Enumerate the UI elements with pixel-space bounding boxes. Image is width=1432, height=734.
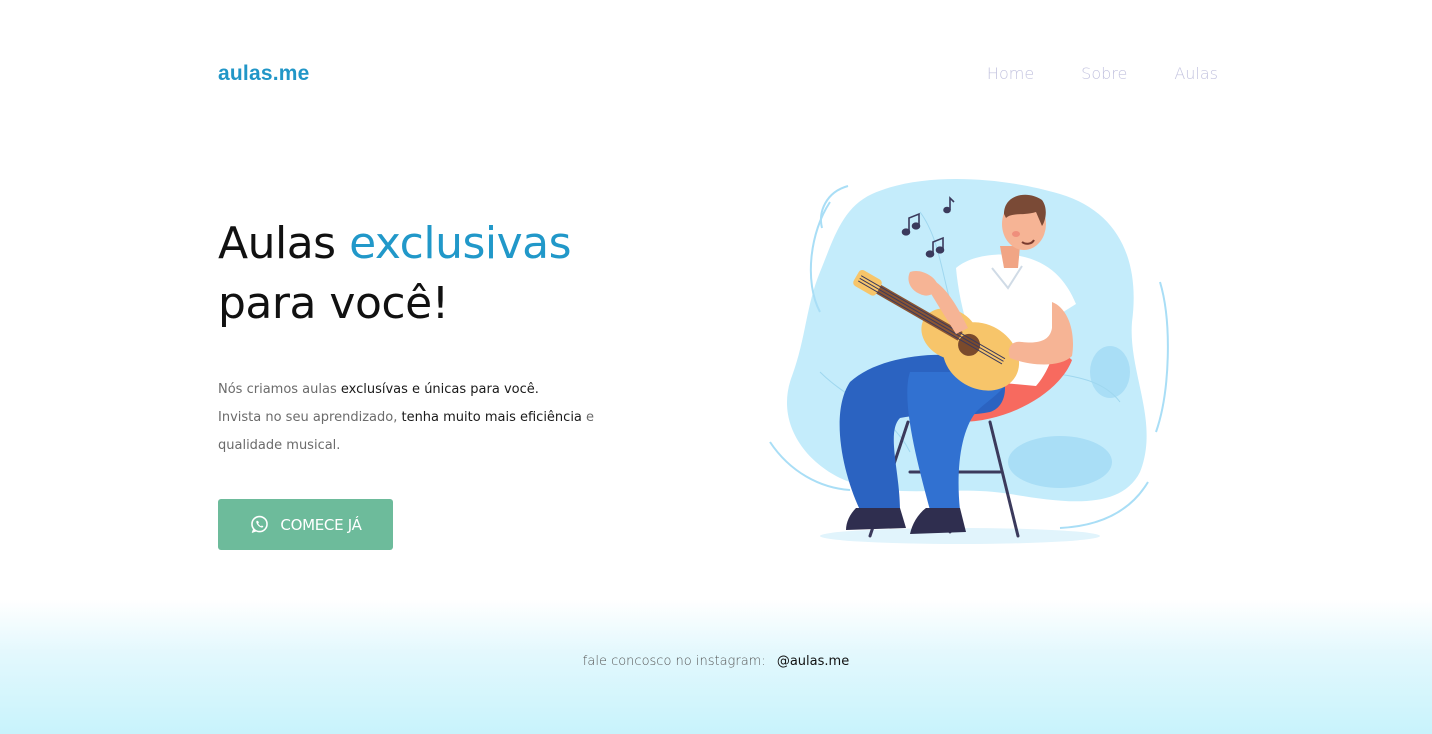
- main-nav: Home Sobre Aulas: [940, 64, 1218, 83]
- hero-description: Nós criamos aulas exclusívas e únicas pa…: [218, 376, 618, 460]
- instagram-handle-link[interactable]: @aulas.me: [777, 654, 849, 669]
- hero-title-part1: Aulas: [218, 218, 350, 269]
- desc-line1-plain: Nós criamos aulas: [218, 382, 341, 397]
- desc-line3: qualidade musical.: [218, 438, 341, 453]
- site-footer: fale concosco no instagram: @aulas.me: [0, 600, 1432, 734]
- footer-instagram-label: fale concosco no instagram:: [582, 654, 766, 669]
- site-header: aulas.me Home Sobre Aulas: [218, 60, 1218, 90]
- desc-line1-bold: exclusívas e únicas para você.: [340, 382, 539, 397]
- nav-aulas-link[interactable]: Aulas: [1174, 64, 1218, 83]
- desc-line2-bold: tenha muito mais eficiência: [401, 410, 582, 425]
- hero-title-accent: exclusivas: [349, 218, 572, 269]
- nav-home-link[interactable]: Home: [987, 64, 1034, 83]
- comece-ja-label: COMECE JÁ: [280, 515, 362, 534]
- hero-title-part2: para você!: [218, 278, 449, 329]
- nav-sobre-link[interactable]: Sobre: [1081, 64, 1127, 83]
- whatsapp-icon: [251, 515, 269, 533]
- comece-ja-button[interactable]: COMECE JÁ: [218, 499, 393, 550]
- desc-line2-plain: Invista no seu aprendizado,: [218, 410, 402, 425]
- man-playing-guitar-illustration: [769, 178, 1169, 544]
- hero-title: Aulas exclusivas para você!: [218, 214, 572, 334]
- footer-line: fale concosco no instagram: @aulas.me: [0, 654, 1432, 669]
- desc-line2-end: e: [581, 410, 595, 425]
- logo-link[interactable]: aulas.me: [218, 62, 310, 86]
